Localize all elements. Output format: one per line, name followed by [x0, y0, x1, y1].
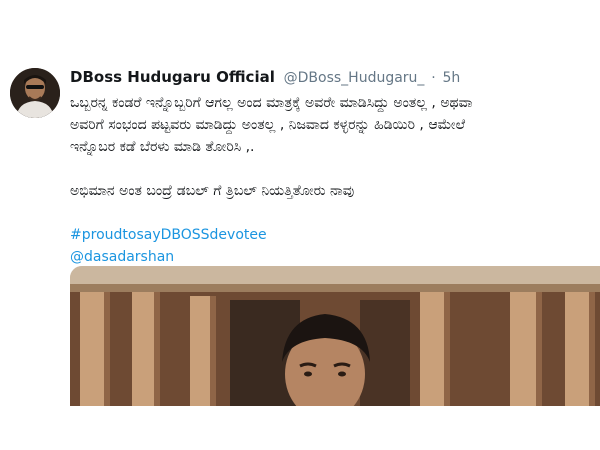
timestamp[interactable]: 5h — [442, 70, 460, 86]
tweet-card: DBoss Hudugaru Official @DBoss_Hudugaru_… — [0, 0, 600, 450]
tweet-text-line: ಅವರಿಗೆ ಸಂಭಂದ ಪಟ್ಟವರು ಮಾಡಿದ್ದು ಅಂತಲ್ಲ , ನ… — [70, 117, 466, 133]
tweet-text-line: ಅಭಿಮಾನ ಅಂತ ಬಂದ್ರೆ ಡಬಲ್ ಗೆ ತ್ರಿಬಲ್ ನಿಯತ್ತ… — [70, 183, 355, 199]
tweet-body: ಒಬ್ಬರನ್ನ ಕಂಡರೆ ಇನ್ನೊಬ್ಬರಿಗೆ ಆಗಲ್ಲ ಅಂದ ಮಾ… — [70, 92, 590, 268]
tweet-text-line: ಇನ್ನೊಬರ ಕಡೆ ಬೆರಳು ಮಾಡಿ ತೋರಿಸಿ ,. — [70, 139, 255, 155]
avatar[interactable] — [10, 68, 60, 118]
tweet-media-image[interactable] — [70, 266, 600, 406]
tweet-header: DBoss Hudugaru Official @DBoss_Hudugaru_… — [70, 66, 460, 89]
avatar-image — [10, 68, 60, 118]
media-photo — [70, 266, 600, 406]
mention-link[interactable]: @dasadarshan — [70, 246, 590, 268]
user-handle[interactable]: @DBoss_Hudugaru_ — [284, 70, 425, 86]
tweet-text-line: ಒಬ್ಬರನ್ನ ಕಂಡರೆ ಇನ್ನೊಬ್ಬರಿಗೆ ಆಗಲ್ಲ ಅಂದ ಮಾ… — [70, 95, 473, 111]
separator-dot: · — [431, 70, 436, 86]
display-name[interactable]: DBoss Hudugaru Official — [70, 68, 275, 86]
hashtag-link[interactable]: #proudtosayDBOSSdevotee — [70, 224, 590, 246]
